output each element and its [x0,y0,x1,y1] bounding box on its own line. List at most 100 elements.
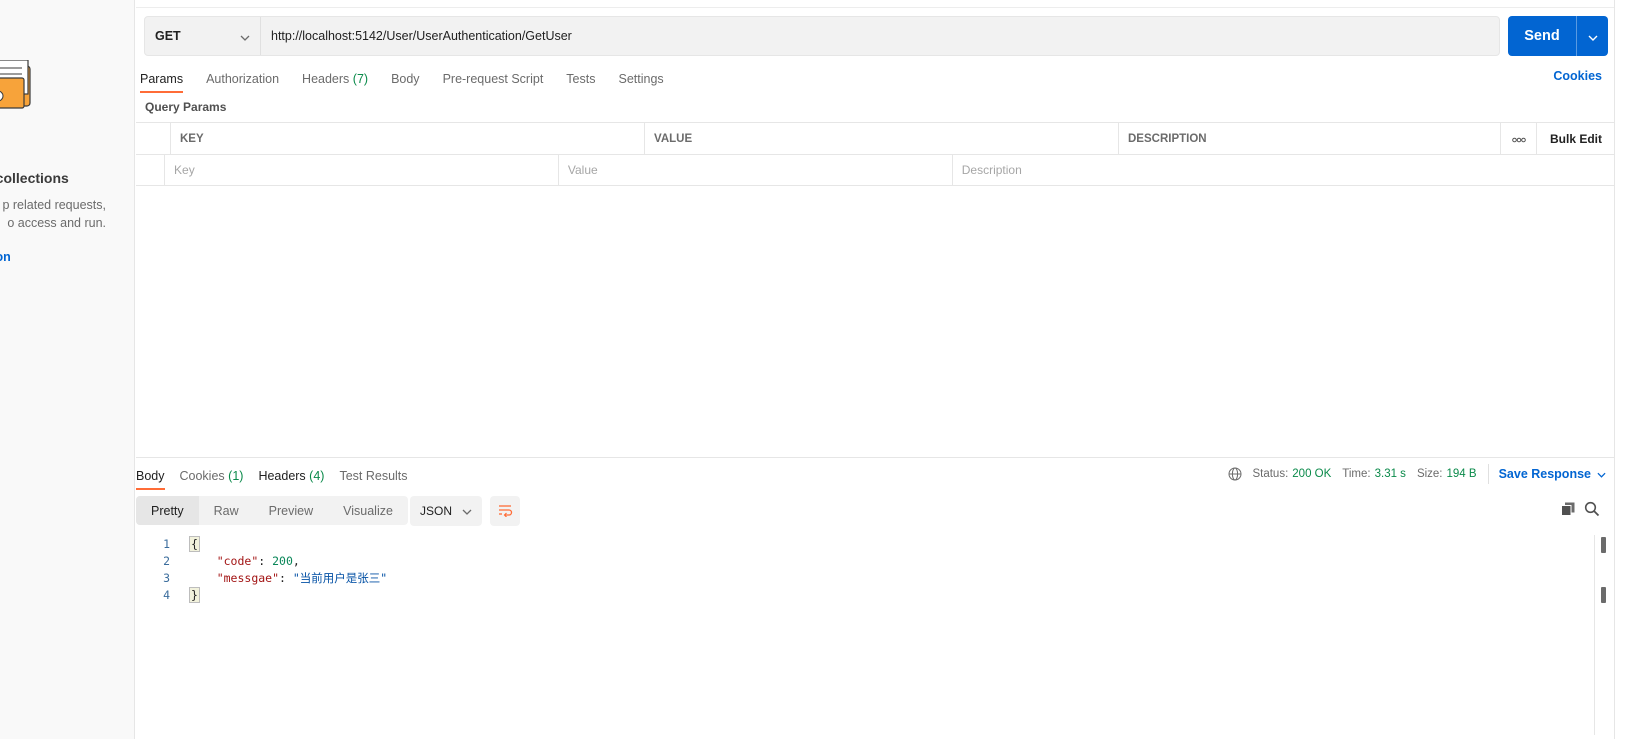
line-number: 4 [163,587,170,602]
url-input[interactable] [261,17,1499,55]
tab-label: Pre-request Script [442,72,544,86]
tab-label: Authorization [206,72,280,86]
code-line: 2 "code": 200, [136,552,1506,569]
tab-authorization[interactable]: Authorization [206,66,279,93]
params-header-row: KEY VALUE DESCRIPTION Bulk Edit [136,122,1615,154]
url-bar: GET [144,16,1500,56]
search-icon[interactable] [1584,501,1600,520]
param-value-input[interactable] [567,163,943,177]
tab-label: Body [136,469,165,483]
divider [136,7,1614,8]
globe-icon[interactable] [1228,467,1242,481]
param-key-input[interactable] [174,163,549,177]
code-line: 4 } [136,586,1506,603]
format-label: JSON [420,504,453,518]
code-line: 1 { [136,535,1506,552]
wrap-icon [497,503,513,520]
param-description-input[interactable] [961,163,1606,177]
line-number: 1 [163,536,170,551]
request-tabs: Params Authorization Headers (7) Body Pr… [140,66,687,96]
code-text: "messgae": "当前用户是张三" [216,570,388,585]
chevron-down-icon [240,29,250,44]
response-tab-cookies[interactable]: Cookies (1) [180,463,244,490]
tab-settings[interactable]: Settings [618,66,663,93]
param-description-cell [953,155,1615,185]
scrollbar-thumb[interactable] [1601,587,1606,603]
chevron-down-icon [462,504,472,518]
response-divider[interactable] [136,457,1614,458]
response-tabs: Body Cookies (1) Headers (4) Test Result… [136,463,423,490]
scrollbar-thumb[interactable] [1601,537,1606,553]
response-status-bar: Status: 200 OK Time: 3.31 s Size: 194 B … [1228,464,1606,484]
view-raw-button[interactable]: Raw [199,496,254,525]
json-key: "messgae" [216,570,280,585]
response-tab-body[interactable]: Body [136,463,165,490]
tab-body[interactable]: Body [391,66,420,93]
tab-tests[interactable]: Tests [566,66,595,93]
create-collection-link[interactable]: ection [0,250,11,264]
send-options-button[interactable] [1576,16,1608,56]
param-key-cell [165,155,559,185]
row-checkbox-cell [136,155,166,185]
code-line: 3 "messgae": "当前用户是张三" [136,569,1506,586]
status-label: Status: [1252,468,1289,480]
chevron-down-icon [1597,467,1606,481]
brace-open: { [189,535,200,552]
key-column-header: KEY [171,123,645,154]
bulk-edit-button[interactable]: Bulk Edit [1537,123,1615,154]
json-value: 200 [272,553,293,568]
tab-label: Tests [566,72,596,86]
tab-label: Body [391,72,420,86]
code-text: "code": 200, [216,553,300,568]
line-number: 3 [163,570,170,585]
tab-pre-request-script[interactable]: Pre-request Script [443,66,544,93]
tab-label: Params [140,72,184,86]
chevron-down-icon [1588,29,1598,44]
cookies-link[interactable]: Cookies [1553,69,1602,83]
tab-label: Settings [618,72,664,86]
divider [1487,464,1489,484]
empty-collections-title: y collections [0,170,69,186]
sidebar: y collections p related requests, o acce… [0,0,135,739]
tab-label: Test Results [339,469,408,483]
tab-count: (7) [352,72,369,86]
tab-params[interactable]: Params [140,66,184,93]
method-label: GET [155,29,181,43]
status-value[interactable]: 200 OK [1292,468,1331,480]
empty-collections-description: p related requests, o access and run. [0,196,106,232]
json-key: "code" [216,553,259,568]
empty-desc-line: p related requests, [2,198,106,212]
tab-count: (4) [309,469,325,483]
more-options-button[interactable] [1501,123,1537,154]
time-value[interactable]: 3.31 s [1375,468,1406,480]
save-response-button[interactable]: Save Response [1499,467,1606,481]
response-tab-headers[interactable]: Headers (4) [258,463,324,490]
response-view-selector: Pretty Raw Preview Visualize [136,496,408,525]
collections-illustration-icon [0,59,38,153]
more-icon [1511,132,1526,146]
format-select[interactable]: JSON [410,496,482,526]
time-label: Time: [1342,468,1371,480]
copy-icon[interactable] [1560,501,1576,520]
checkbox-column-header [136,123,171,154]
size-value[interactable]: 194 B [1447,468,1477,480]
value-column-header: VALUE [645,123,1119,154]
view-preview-button[interactable]: Preview [254,496,328,525]
code-scrollbar[interactable] [1594,535,1614,735]
method-select[interactable]: GET [145,17,261,55]
view-visualize-button[interactable]: Visualize [328,496,408,525]
send-button[interactable]: Send [1508,16,1576,56]
response-tab-test-results[interactable]: Test Results [339,463,407,490]
send-button-group: Send [1508,16,1608,56]
param-value-cell [559,155,953,185]
request-workspace: GET Send Params Authorization Headers (7… [136,0,1615,739]
tab-label: Headers [302,72,350,86]
wrap-lines-button[interactable] [490,496,520,526]
save-response-label: Save Response [1498,467,1591,481]
view-pretty-button[interactable]: Pretty [136,496,199,525]
tab-headers[interactable]: Headers (7) [302,66,368,93]
code-text: } [170,586,200,603]
empty-desc-line: o access and run. [7,216,106,230]
code-text: { [170,535,200,552]
response-code-view[interactable]: 1 { 2 "code": 200, 3 "messgae": "当前用户是张三… [136,535,1506,603]
